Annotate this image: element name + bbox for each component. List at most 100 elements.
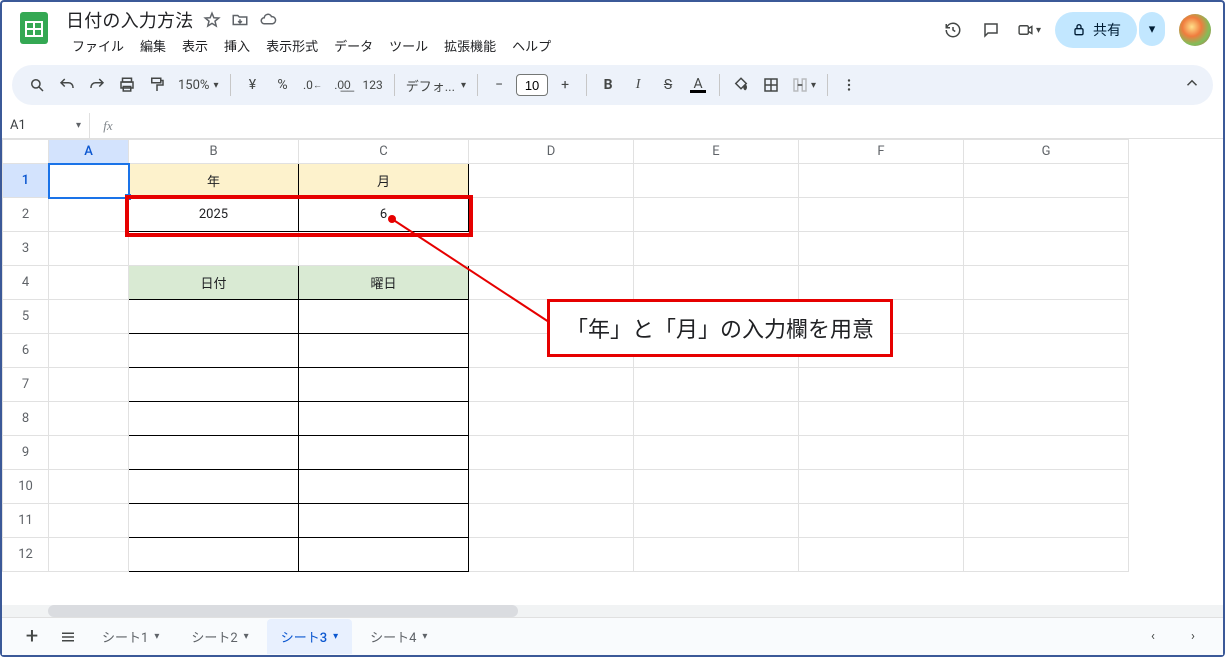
tab-sheet2[interactable]: シート2▾ (177, 619, 262, 654)
cell-D11[interactable] (469, 504, 634, 538)
cell-B7[interactable] (129, 368, 299, 402)
cell-B4[interactable]: 日付 (129, 266, 299, 300)
menu-view[interactable]: 表示 (176, 34, 214, 57)
zoom-select[interactable]: 150%▾ (174, 71, 222, 99)
collapse-toolbar-icon[interactable] (1183, 74, 1201, 96)
cell-A10[interactable] (49, 470, 129, 504)
cell-A12[interactable] (49, 538, 129, 572)
share-button[interactable]: 共有 (1055, 12, 1137, 48)
fill-color-icon[interactable] (728, 71, 754, 99)
cell-G3[interactable] (964, 232, 1129, 266)
cell-A3[interactable] (49, 232, 129, 266)
cell-G4[interactable] (964, 266, 1129, 300)
cell-A8[interactable] (49, 402, 129, 436)
row-header-9[interactable]: 9 (3, 436, 49, 470)
cell-D10[interactable] (469, 470, 634, 504)
cell-C6[interactable] (299, 334, 469, 368)
cell-B11[interactable] (129, 504, 299, 538)
bold-icon[interactable]: B (595, 71, 621, 99)
row-header-10[interactable]: 10 (3, 470, 49, 504)
cloud-status-icon[interactable] (259, 11, 277, 29)
cell-C12[interactable] (299, 538, 469, 572)
cell-D4[interactable] (469, 266, 634, 300)
cell-E11[interactable] (634, 504, 799, 538)
col-header-G[interactable]: G (964, 140, 1129, 164)
strikethrough-icon[interactable]: S (655, 71, 681, 99)
menu-extensions[interactable]: 拡張機能 (438, 34, 502, 57)
cell-E10[interactable] (634, 470, 799, 504)
font-size-input[interactable] (516, 74, 548, 96)
cell-A9[interactable] (49, 436, 129, 470)
history-icon[interactable] (941, 18, 965, 42)
row-header-1[interactable]: 1 (3, 164, 49, 198)
cell-C1[interactable]: 月 (299, 164, 469, 198)
tab-scroll-left-icon[interactable]: ‹ (1137, 621, 1169, 653)
decrease-decimal[interactable]: .0← (299, 71, 325, 99)
cell-E4[interactable] (634, 266, 799, 300)
cell-F3[interactable] (799, 232, 964, 266)
formula-input[interactable] (126, 113, 1223, 138)
redo-icon[interactable] (84, 71, 110, 99)
menu-insert[interactable]: 挿入 (218, 34, 256, 57)
print-icon[interactable] (114, 71, 140, 99)
col-header-B[interactable]: B (129, 140, 299, 164)
tab-sheet1[interactable]: シート1▾ (88, 619, 173, 654)
undo-icon[interactable] (54, 71, 80, 99)
col-header-A[interactable]: A (49, 140, 129, 164)
cell-C9[interactable] (299, 436, 469, 470)
row-header-3[interactable]: 3 (3, 232, 49, 266)
cell-G8[interactable] (964, 402, 1129, 436)
cell-G1[interactable] (964, 164, 1129, 198)
cell-G5[interactable] (964, 300, 1129, 334)
tab-sheet4[interactable]: シート4▾ (356, 619, 441, 654)
menu-format[interactable]: 表示形式 (260, 34, 324, 57)
cell-G12[interactable] (964, 538, 1129, 572)
cell-C10[interactable] (299, 470, 469, 504)
increase-font-size[interactable]: + (552, 71, 578, 99)
cell-G7[interactable] (964, 368, 1129, 402)
cell-D3[interactable] (469, 232, 634, 266)
cell-D7[interactable] (469, 368, 634, 402)
cell-D1[interactable] (469, 164, 634, 198)
row-header-12[interactable]: 12 (3, 538, 49, 572)
cell-G2[interactable] (964, 198, 1129, 232)
row-header-6[interactable]: 6 (3, 334, 49, 368)
cell-A1[interactable] (49, 164, 129, 198)
borders-icon[interactable] (758, 71, 784, 99)
cell-B6[interactable] (129, 334, 299, 368)
cell-F7[interactable] (799, 368, 964, 402)
cell-B12[interactable] (129, 538, 299, 572)
cell-B9[interactable] (129, 436, 299, 470)
add-sheet-icon[interactable]: + (16, 621, 48, 653)
cell-D2[interactable] (469, 198, 634, 232)
menu-tools[interactable]: ツール (383, 34, 434, 57)
cell-A4[interactable] (49, 266, 129, 300)
cell-B2[interactable]: 2025 (129, 198, 299, 232)
cell-E2[interactable] (634, 198, 799, 232)
cell-C3[interactable] (299, 232, 469, 266)
cell-E9[interactable] (634, 436, 799, 470)
cell-F8[interactable] (799, 402, 964, 436)
row-header-8[interactable]: 8 (3, 402, 49, 436)
cell-F2[interactable] (799, 198, 964, 232)
cell-F10[interactable] (799, 470, 964, 504)
font-family-select[interactable]: デフォ...▾ (403, 71, 469, 99)
format-currency[interactable]: ¥ (239, 71, 265, 99)
name-box[interactable]: A1▾ (2, 113, 90, 138)
row-header-11[interactable]: 11 (3, 504, 49, 538)
row-header-7[interactable]: 7 (3, 368, 49, 402)
more-formats[interactable]: 123 (359, 71, 385, 99)
cell-C4[interactable]: 曜日 (299, 266, 469, 300)
account-avatar[interactable] (1179, 14, 1211, 46)
col-header-C[interactable]: C (299, 140, 469, 164)
cell-G10[interactable] (964, 470, 1129, 504)
meet-icon[interactable]: ▾ (1017, 18, 1041, 42)
cell-D12[interactable] (469, 538, 634, 572)
cell-A7[interactable] (49, 368, 129, 402)
menu-edit[interactable]: 編集 (134, 34, 172, 57)
cell-B10[interactable] (129, 470, 299, 504)
col-header-E[interactable]: E (634, 140, 799, 164)
decrease-font-size[interactable]: − (486, 71, 512, 99)
cell-C8[interactable] (299, 402, 469, 436)
cell-B5[interactable] (129, 300, 299, 334)
